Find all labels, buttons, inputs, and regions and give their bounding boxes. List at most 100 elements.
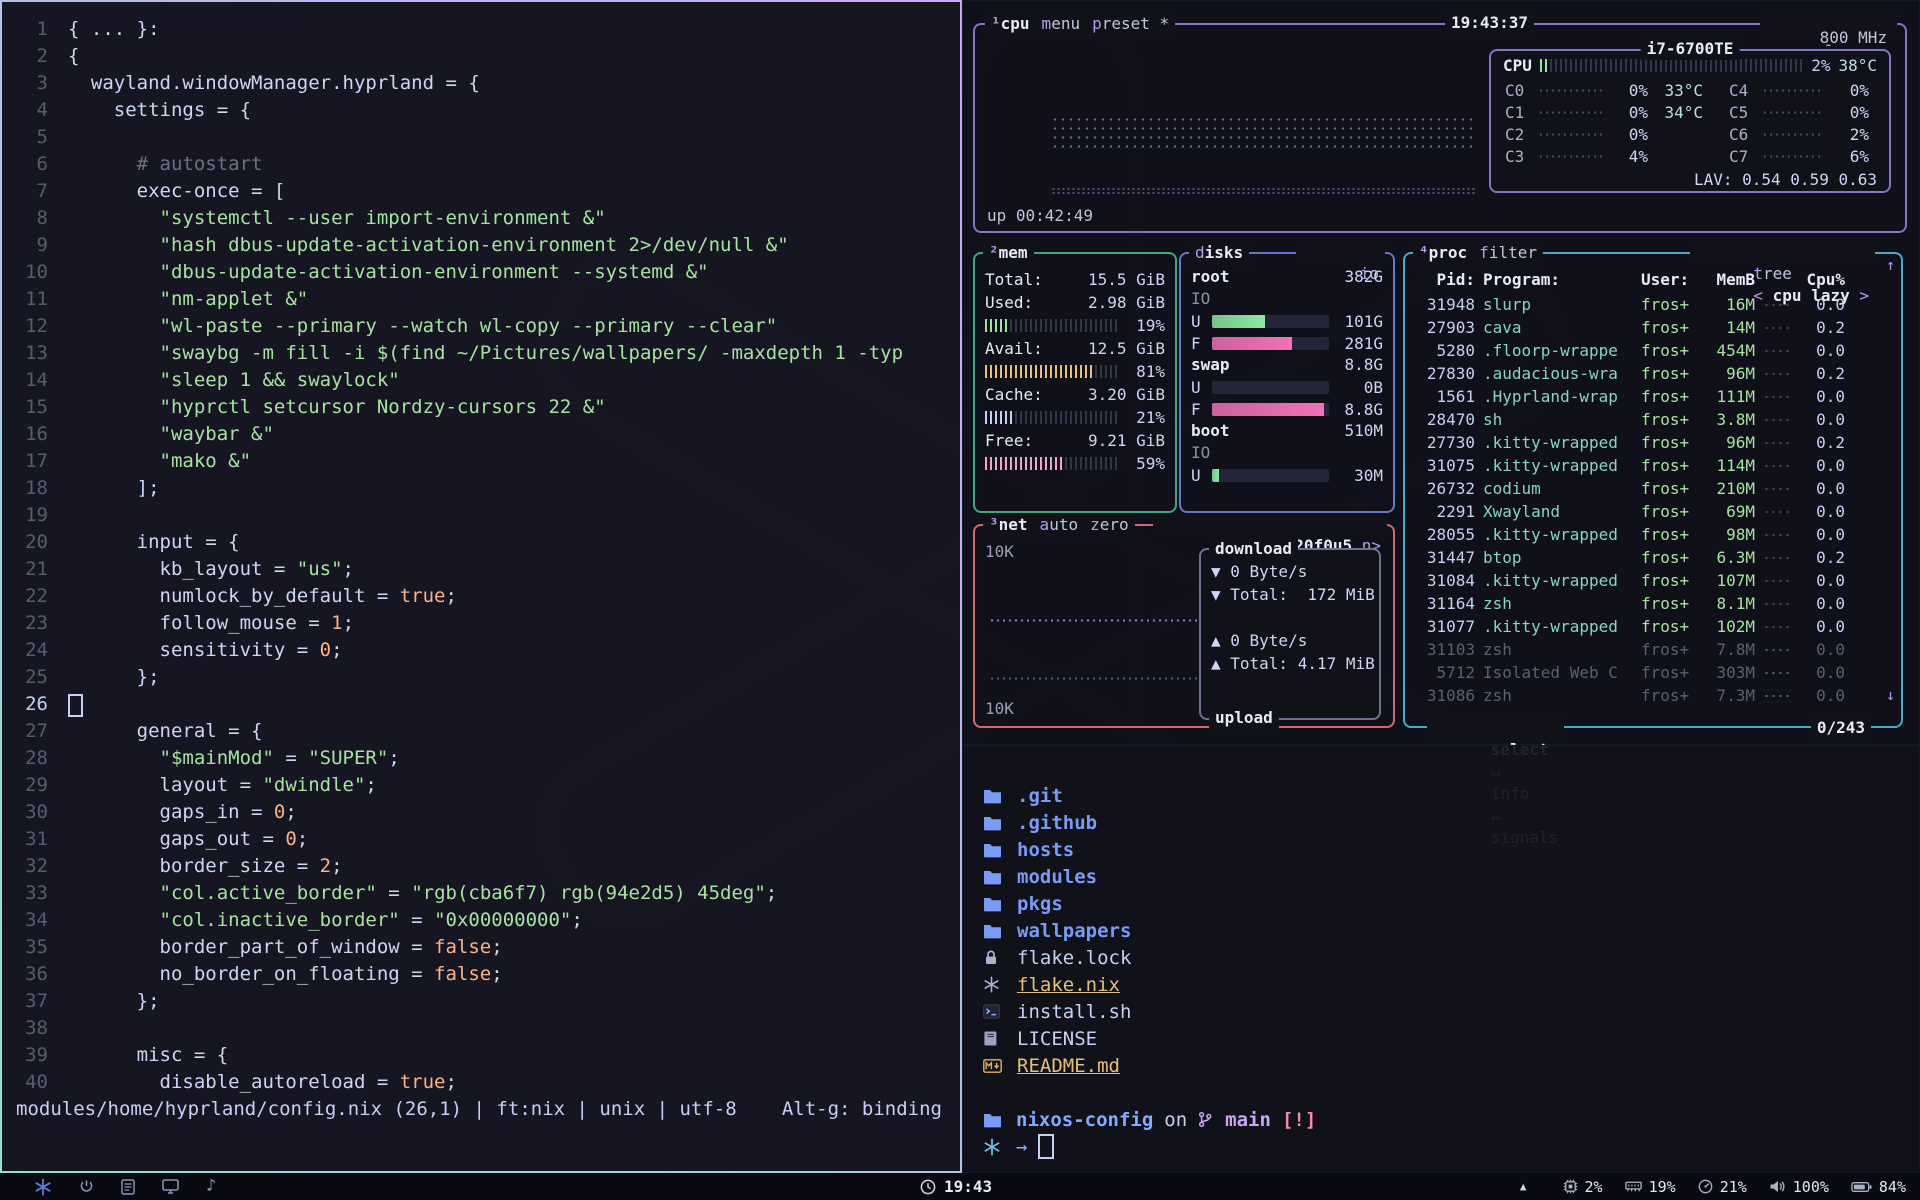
proc-row[interactable]: 5280.floorp-wrappefros+454M0.0 [1405, 339, 1901, 362]
code-line[interactable]: 17 "mako &" [2, 448, 960, 475]
code-line[interactable]: 9 "hash dbus-update-activation-environme… [2, 232, 960, 259]
proc-row[interactable]: 31077.kitty-wrappedfros+102M0.0 [1405, 615, 1901, 638]
code-line[interactable]: 10 "dbus-update-activation-environment -… [2, 259, 960, 286]
proc-row[interactable]: 31103zshfros+7.8M0.0 [1405, 638, 1901, 661]
code-line[interactable]: 11 "nm-applet &" [2, 286, 960, 313]
code-line[interactable]: 21 kb_layout = "us"; [2, 556, 960, 583]
btop-disks-box[interactable]: disks io root382GIOU101GF281Gswap8.8GU0B… [1179, 252, 1395, 513]
proc-box-title[interactable]: ⁴proc filter [1413, 241, 1543, 265]
net-box-title[interactable]: ³net auto zero [983, 513, 1135, 537]
btop-mem-box[interactable]: ²mem Total:15.5 GiBUsed:2.98 GiB19%Avail… [973, 252, 1177, 513]
proc-row[interactable]: 31086zshfros+7.3M0.0 [1405, 684, 1901, 707]
code-line[interactable]: 38 [2, 1015, 960, 1042]
code-line[interactable]: 31 gaps_out = 0; [2, 826, 960, 853]
line-number: 19 [2, 502, 68, 529]
code-line[interactable]: 40 disable_autoreload = true; [2, 1069, 960, 1096]
shell-prompt-input-line[interactable]: → [963, 1133, 1919, 1160]
code-line[interactable]: 26 [2, 691, 960, 718]
code-line[interactable]: 37 }; [2, 988, 960, 1015]
code-line[interactable]: 4 settings = { [2, 97, 960, 124]
proc-row[interactable]: 31075.kitty-wrappedfros+114M0.0 [1405, 454, 1901, 477]
speaker-stat[interactable]: 100% [1769, 1178, 1829, 1196]
proc-row[interactable]: 5712Isolated Web Cfros+303M0.0 [1405, 661, 1901, 684]
code-line[interactable]: 18 ]; [2, 475, 960, 502]
chip-stat[interactable]: 2% [1563, 1178, 1603, 1196]
code-line[interactable]: 19 [2, 502, 960, 529]
preset-button[interactable]: preset * [1092, 12, 1169, 36]
code-line[interactable]: 32 border_size = 2; [2, 853, 960, 880]
code-line[interactable]: 7 exec-once = [ [2, 178, 960, 205]
code-line[interactable]: 6 # autostart [2, 151, 960, 178]
code-line[interactable]: 3 wayland.windowManager.hyprland = { [2, 70, 960, 97]
code-line[interactable]: 29 layout = "dwindle"; [2, 772, 960, 799]
music-icon[interactable]: ♪ [206, 1178, 216, 1195]
ram-stat[interactable]: 19% [1625, 1178, 1676, 1196]
gauge-stat[interactable]: 21% [1698, 1178, 1747, 1196]
proc-row[interactable]: 31164zshfros+8.1M0.0 [1405, 592, 1901, 615]
code-line[interactable]: 22 numlock_by_default = true; [2, 583, 960, 610]
net-auto-toggle[interactable]: auto [1040, 513, 1079, 537]
proc-row[interactable]: 31948slurpfros+16M0.0 [1405, 293, 1901, 316]
proc-header-row[interactable]: Pid: Program: User: MemB Cpu% [1405, 268, 1901, 291]
code-line[interactable]: 36 no_border_on_floating = false; [2, 961, 960, 988]
proc-row[interactable]: 27830.audacious-wrafros+96M0.2 [1405, 362, 1901, 385]
btop-proc-box[interactable]: ⁴proc filter tree < cpu lazy > Pid: Prog… [1403, 252, 1903, 728]
code-line[interactable]: 14 "sleep 1 && swaylock" [2, 367, 960, 394]
proc-sort-controls[interactable]: tree < cpu lazy > [1690, 241, 1875, 263]
btop-net-box[interactable]: ³net auto zero <b wlp0s20f0u5 n> 10K 10K… [973, 524, 1395, 728]
proc-row[interactable]: 2291Xwaylandfros+69M0.0 [1405, 500, 1901, 523]
code-line[interactable]: 16 "waybar &" [2, 421, 960, 448]
code-line[interactable]: 2{ [2, 43, 960, 70]
display-icon[interactable] [162, 1179, 179, 1194]
mem-box-title[interactable]: ²mem [983, 241, 1034, 265]
code-line[interactable]: 33 "col.active_border" = "rgb(cba6f7) rg… [2, 880, 960, 907]
code-line[interactable]: 28 "$mainMod" = "SUPER"; [2, 745, 960, 772]
editor-window[interactable]: 1{ ... }:2{3 wayland.windowManager.hyprl… [0, 0, 962, 1173]
code-line[interactable]: 8 "systemctl --user import-environment &… [2, 205, 960, 232]
power-icon[interactable] [79, 1179, 94, 1194]
proc-row[interactable]: 31447btopfros+6.3M0.2 [1405, 546, 1901, 569]
code-line[interactable]: 25 }; [2, 664, 960, 691]
code-line[interactable]: 20 input = { [2, 529, 960, 556]
code-line[interactable]: 5 [2, 124, 960, 151]
net-zero-toggle[interactable]: zero [1090, 513, 1129, 537]
proc-footer[interactable]: select ↵ info ↵ signals [1427, 717, 1564, 739]
code-line[interactable]: 23 follow_mouse = 1; [2, 610, 960, 637]
proc-row[interactable]: 27730.kitty-wrappedfros+96M0.2 [1405, 431, 1901, 454]
proc-row[interactable]: 1561.Hyprland-wrapfros+111M0.0 [1405, 385, 1901, 408]
disks-box-title[interactable]: disks [1189, 241, 1249, 265]
proc-row[interactable]: 28055.kitty-wrappedfros+98M0.0 [1405, 523, 1901, 546]
net-interface-selector[interactable]: <b wlp0s20f0u5 n> [1153, 513, 1387, 535]
cpu-box-title[interactable]: ¹cpu menu preset * [985, 12, 1175, 36]
terminal-window[interactable]: .git.githubhostsmodulespkgswallpapersfla… [962, 745, 1920, 1173]
code-line[interactable]: 34 "col.inactive_border" = "0x00000000"; [2, 907, 960, 934]
code-line[interactable]: 13 "swaybg -m fill -i $(find ~/Pictures/… [2, 340, 960, 367]
proc-row[interactable]: 27903cavafros+14M0.2 [1405, 316, 1901, 339]
proc-row[interactable]: 26732codiumfros+210M0.0 [1405, 477, 1901, 500]
nixmenu-icon[interactable] [34, 1178, 52, 1196]
taskbar-clock[interactable]: 19:43 [920, 1177, 992, 1196]
menu-button[interactable]: menu [1042, 12, 1081, 36]
editor-code-area[interactable]: 1{ ... }:2{3 wayland.windowManager.hyprl… [2, 2, 960, 1096]
proc-scroll-down[interactable]: ↓ [1886, 686, 1895, 704]
file-name: hosts [1017, 839, 1074, 861]
code-line[interactable]: 35 border_part_of_window = false; [2, 934, 960, 961]
proc-scroll-up[interactable]: ↑ [1886, 256, 1895, 274]
code-line[interactable]: 39 misc = { [2, 1042, 960, 1069]
battery-stat[interactable]: 84% [1851, 1178, 1906, 1196]
proc-row[interactable]: 28470shfros+3.8M0.0 [1405, 408, 1901, 431]
code-line[interactable]: 1{ ... }: [2, 16, 960, 43]
cpu-total-pct: 2% [1811, 56, 1830, 75]
tray-expand-arrow[interactable]: ▲ [1520, 1180, 1527, 1193]
code-line[interactable]: 30 gaps_in = 0; [2, 799, 960, 826]
code-line[interactable]: 12 "wl-paste --primary --watch wl-copy -… [2, 313, 960, 340]
disks-io-toggle[interactable]: io [1296, 241, 1385, 263]
code-line[interactable]: 24 sensitivity = 0; [2, 637, 960, 664]
btop-window[interactable]: ¹cpu menu preset * 19:43:37 - 500ms + 80… [962, 0, 1920, 745]
code-line[interactable]: 15 "hyprctl setcursor Nordzy-cursors 22 … [2, 394, 960, 421]
proc-row[interactable]: 31084.kitty-wrappedfros+107M0.0 [1405, 569, 1901, 592]
proc-filter-button[interactable]: filter [1479, 241, 1537, 265]
code-line[interactable]: 27 general = { [2, 718, 960, 745]
btop-cpu-box[interactable]: ¹cpu menu preset * 19:43:37 - 500ms + 80… [973, 23, 1907, 233]
page-icon[interactable] [121, 1179, 135, 1195]
